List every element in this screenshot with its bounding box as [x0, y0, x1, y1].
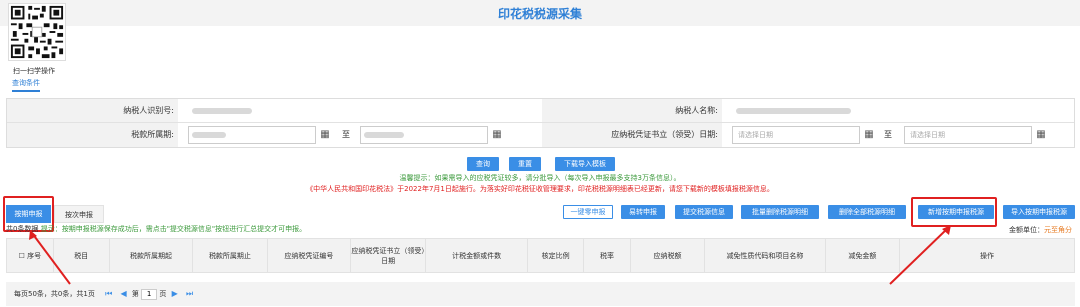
column-header: 减免性质代码和项目名称: [704, 238, 826, 273]
amount-unit-label: 金额单位：: [1009, 226, 1044, 234]
exchange-report-button[interactable]: 易转申报: [621, 205, 665, 219]
page-title: 印花税税源采集: [497, 7, 582, 21]
redacted-value: [736, 108, 851, 114]
column-header: 应纳税凭证编号: [266, 238, 352, 273]
column-header: 操作: [899, 238, 1075, 273]
prev-page-icon[interactable]: ◀: [121, 289, 127, 298]
redacted-value: [192, 132, 226, 138]
calendar-icon[interactable]: ▦: [862, 126, 876, 144]
column-header: 税率: [583, 238, 631, 273]
column-header-label: 税率: [599, 251, 614, 260]
query-button[interactable]: 查询: [467, 157, 499, 171]
pagination: 每页50条，共0条，共1页 ⏮ ◀ 第 页 ▶ ⏭: [6, 282, 1075, 306]
redacted-value: [192, 108, 252, 114]
pager-summary: 每页50条，共0条，共1页: [14, 290, 95, 298]
import-period-source-button[interactable]: 导入按期申报税源: [1003, 205, 1075, 219]
first-page-icon[interactable]: ⏮: [105, 289, 112, 298]
column-header-label: 税款所属期起: [129, 251, 172, 260]
record-count: 共0条数据: [6, 225, 39, 233]
column-header: 税目: [52, 238, 110, 273]
column-header-label: 税目: [74, 251, 89, 260]
submit-source-button[interactable]: 提交税源信息: [675, 205, 733, 219]
period-range: ▦ 至 ▦: [178, 123, 542, 147]
qr-label: 扫一扫学操作: [13, 67, 55, 75]
taxpayer-id-label: 纳税人识别号:: [7, 99, 178, 122]
calendar-icon[interactable]: ▦: [490, 126, 504, 144]
period-end-input[interactable]: [360, 126, 488, 144]
info-line: 共0条数据 提示：按期申报税源保存成功后，需点击"提交税源信息"按钮进行汇总提交…: [6, 224, 306, 234]
last-page-icon[interactable]: ⏭: [186, 289, 193, 298]
column-header: 计税金额或件数: [425, 238, 529, 273]
form-row-dates: 税款所属期: ▦ 至 ▦ 应纳税凭证书立（领受）日期: 请选择日期 ▦ 至 请选…: [7, 123, 1074, 147]
column-header-label: 减免金额: [848, 251, 877, 260]
range-separator: 至: [342, 130, 350, 139]
column-header-label: 操作: [980, 251, 995, 260]
reset-button[interactable]: 重置: [509, 157, 541, 171]
range-separator: 至: [884, 130, 892, 139]
column-header: 减免金额: [824, 238, 901, 273]
law-hint: 《中华人民共和国印花税法》于2022年7月1日起施行。为落实好印花税征收管理要求…: [306, 185, 774, 193]
redacted-value: [364, 132, 404, 138]
voucher-date-range: 请选择日期 ▦ 至 请选择日期 ▦: [722, 123, 1074, 147]
next-page-icon[interactable]: ▶: [172, 289, 178, 298]
voucher-date-start-input[interactable]: 请选择日期: [732, 126, 860, 144]
page-prefix: 第: [131, 290, 139, 298]
period-start-input[interactable]: [188, 126, 316, 144]
column-header: 税款所属期止: [192, 238, 268, 273]
page-number-input[interactable]: [141, 288, 158, 300]
form-row-taxpayer: 纳税人识别号: 纳税人名称:: [7, 99, 1074, 123]
warm-hint: 温馨提示：如果需导入的应税凭证较多，请分批导入（每次导入申报最多支持3万条信息）…: [399, 174, 681, 182]
column-header[interactable]: ☐ 序号: [6, 238, 54, 273]
column-header: 应纳税凭证书立（领受）日期: [350, 238, 427, 273]
page-suffix: 页: [159, 290, 167, 298]
query-form: 纳税人识别号: 纳税人名称: 税款所属期: ▦ 至 ▦ 应纳税凭证书立（领受）日…: [6, 98, 1075, 148]
download-template-button[interactable]: 下载导入模板: [555, 157, 615, 171]
qr-code-icon: [9, 4, 65, 60]
column-header-label: 应纳税额: [653, 251, 682, 260]
column-header-label: 序号: [27, 251, 42, 260]
amount-unit-value: 元至角分: [1044, 226, 1072, 234]
taxpayer-id-value: [178, 99, 542, 122]
voucher-date-label: 应纳税凭证书立（领受）日期:: [542, 123, 722, 147]
amount-unit: 金额单位：元至角分: [1009, 225, 1072, 235]
column-header-label: 应纳税凭证书立（领受）日期: [351, 246, 425, 265]
period-label: 税款所属期:: [7, 123, 178, 147]
calendar-icon[interactable]: ▦: [1034, 126, 1048, 144]
tab-per-time-declaration[interactable]: 按次申报: [54, 205, 104, 223]
column-header-label: 减免性质代码和项目名称: [726, 251, 804, 260]
highlight-box: [911, 197, 997, 227]
column-header: 税款所属期起: [108, 238, 194, 273]
select-all-checkbox[interactable]: ☐: [19, 252, 28, 260]
column-header-label: 应纳税凭证编号: [284, 251, 334, 260]
batch-delete-button[interactable]: 批量删除税源明细: [741, 205, 819, 219]
column-header: 核定比例: [527, 238, 585, 273]
tax-source-table: ☐ 序号 税目 税款所属期起 税款所属期止 应纳税凭证编号 应纳税凭证书立（领受）日期 计税…: [6, 238, 1075, 273]
submit-tip: 提示：按期申报税源保存成功后，需点击"提交税源信息"按钮进行汇总提交才可申报。: [40, 225, 307, 233]
column-header: 应纳税额: [629, 238, 706, 273]
column-header-label: 税款所属期止: [208, 251, 251, 260]
calendar-icon[interactable]: ▦: [318, 126, 332, 144]
query-conditions-tab[interactable]: 查询条件: [12, 78, 40, 92]
delete-all-button[interactable]: 删除全部税源明细: [828, 205, 906, 219]
zero-report-button[interactable]: 一键零申报: [563, 205, 613, 219]
qr-code: [8, 3, 66, 61]
voucher-date-end-input[interactable]: 请选择日期: [904, 126, 1032, 144]
taxpayer-name-value: [722, 99, 1074, 122]
column-header-label: 计税金额或件数: [452, 251, 502, 260]
column-header-label: 核定比例: [541, 251, 570, 260]
taxpayer-name-label: 纳税人名称:: [542, 99, 722, 122]
table-header-row: ☐ 序号 税目 税款所属期起 税款所属期止 应纳税凭证编号 应纳税凭证书立（领受）日期 计税…: [6, 238, 1075, 273]
